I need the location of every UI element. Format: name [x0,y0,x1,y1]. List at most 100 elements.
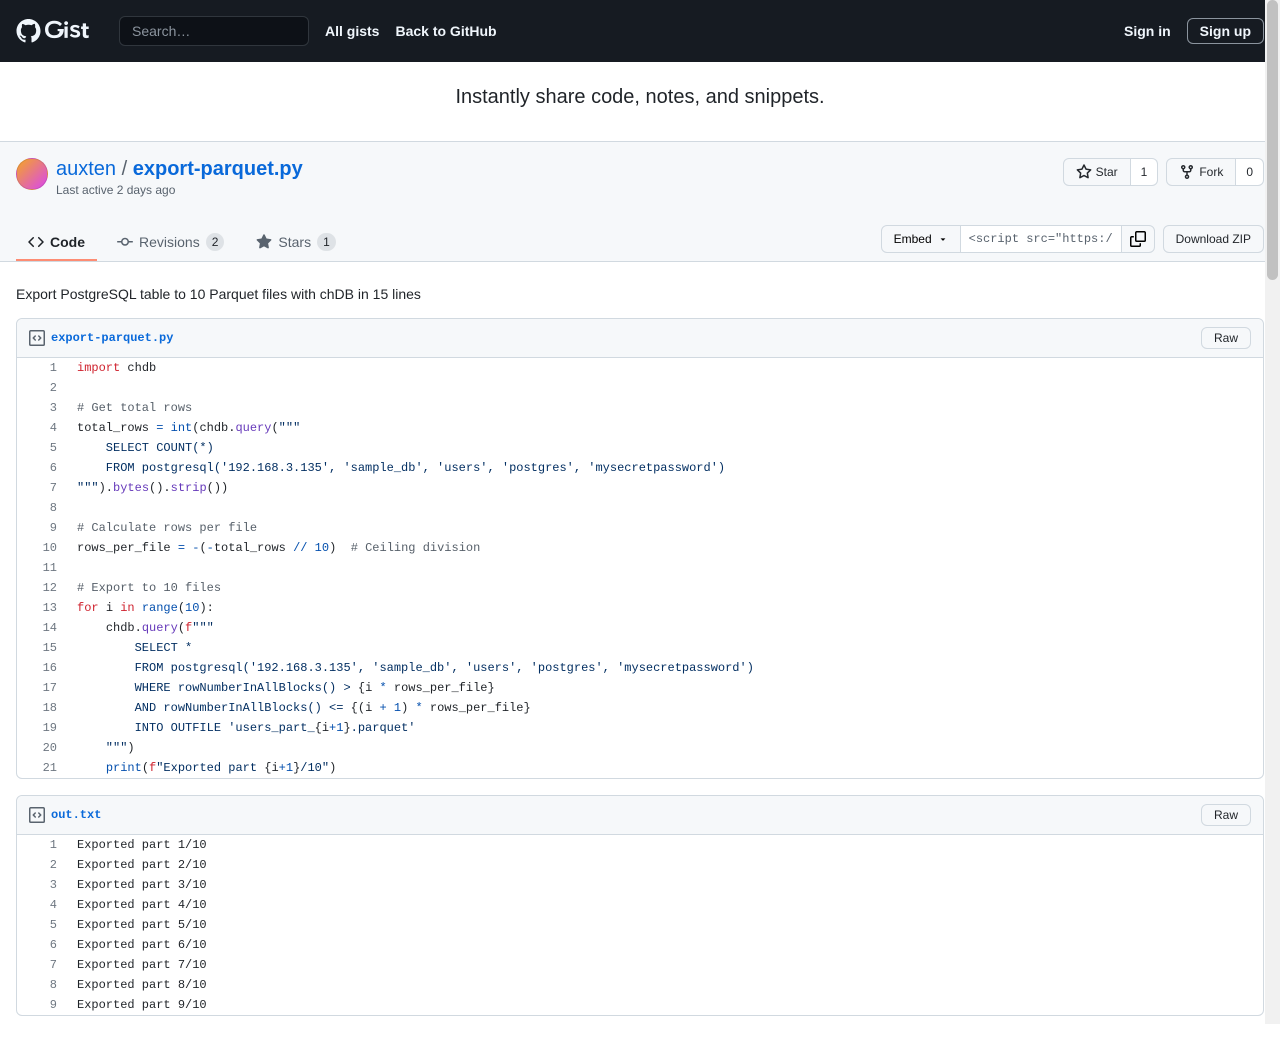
search-input[interactable] [119,16,309,46]
code-line: 3Exported part 3/10 [17,875,1263,895]
code-content: Exported part 3/10 [67,875,1263,895]
code-line: 16 FROM postgresql('192.168.3.135', 'sam… [17,658,1263,678]
line-number[interactable]: 15 [17,638,67,658]
line-number[interactable]: 7 [17,478,67,498]
code-line: 21 print(f"Exported part {i+1}/10") [17,758,1263,778]
code-content: """) [67,738,1263,758]
code-line: 9Exported part 9/10 [17,995,1263,1015]
line-number[interactable]: 4 [17,418,67,438]
line-number[interactable]: 19 [17,718,67,738]
stars-count: 1 [317,233,336,251]
tab-stars[interactable]: Stars 1 [244,225,347,261]
code-line: 6 FROM postgresql('192.168.3.135', 'samp… [17,458,1263,478]
code-content: Exported part 8/10 [67,975,1263,995]
code-content: AND rowNumberInAllBlocks() <= {(i + 1) *… [67,698,1263,718]
line-number[interactable]: 14 [17,618,67,638]
avatar[interactable] [16,158,48,190]
nav-back-to-github[interactable]: Back to GitHub [395,23,496,39]
line-number[interactable]: 6 [17,458,67,478]
line-number[interactable]: 7 [17,955,67,975]
raw-button[interactable]: Raw [1201,804,1251,826]
line-number[interactable]: 9 [17,995,67,1015]
nav-all-gists[interactable]: All gists [325,23,379,39]
download-zip-button[interactable]: Download ZIP [1163,225,1264,253]
star-button[interactable]: Star [1063,158,1131,186]
code-line: 20 """) [17,738,1263,758]
site-header: All gists Back to GitHub Sign in Sign up [0,0,1280,62]
line-number[interactable]: 3 [17,398,67,418]
line-number[interactable]: 20 [17,738,67,758]
code-content: Exported part 5/10 [67,915,1263,935]
line-number[interactable]: 5 [17,915,67,935]
triangle-down-icon [938,234,948,244]
code-content: # Get total rows [67,398,1263,418]
code-content: FROM postgresql('192.168.3.135', 'sample… [67,658,1263,678]
signin-link[interactable]: Sign in [1124,23,1171,39]
line-number[interactable]: 5 [17,438,67,458]
star-count[interactable]: 1 [1131,158,1159,186]
code-content: Exported part 1/10 [67,835,1263,855]
code-square-icon [29,807,45,823]
code-line: 11 [17,558,1263,578]
line-number[interactable]: 18 [17,698,67,718]
signup-button[interactable]: Sign up [1187,18,1264,44]
code-line: 4total_rows = int(chdb.query(""" [17,418,1263,438]
file-out-txt: out.txt Raw 1Exported part 1/102Exported… [16,795,1264,1016]
code-content: # Calculate rows per file [67,518,1263,538]
file-export-parquet: export-parquet.py Raw 1import chdb23# Ge… [16,318,1264,779]
line-number[interactable]: 1 [17,835,67,855]
code-square-icon [29,330,45,346]
code-line: 1import chdb [17,358,1263,378]
github-gist-logo[interactable] [16,19,103,43]
code-line: 6Exported part 6/10 [17,935,1263,955]
line-number[interactable]: 21 [17,758,67,778]
line-number[interactable]: 8 [17,975,67,995]
line-number[interactable]: 16 [17,658,67,678]
tab-code[interactable]: Code [16,225,97,261]
star-icon [1076,164,1092,180]
line-number[interactable]: 1 [17,358,67,378]
embed-url-input[interactable] [961,225,1121,253]
fork-button[interactable]: Fork [1166,158,1236,186]
embed-dropdown[interactable]: Embed [881,225,961,253]
line-number[interactable]: 8 [17,498,67,518]
commit-icon [117,234,133,250]
line-number[interactable]: 11 [17,558,67,578]
line-number[interactable]: 10 [17,538,67,558]
code-content: total_rows = int(chdb.query(""" [67,418,1263,438]
scrollbar[interactable] [1265,0,1280,1024]
line-number[interactable]: 12 [17,578,67,598]
line-number[interactable]: 6 [17,935,67,955]
code-line: 18 AND rowNumberInAllBlocks() <= {(i + 1… [17,698,1263,718]
title-separator: / [122,158,128,180]
line-number[interactable]: 4 [17,895,67,915]
tab-revisions[interactable]: Revisions 2 [105,225,236,261]
copy-icon [1130,231,1146,247]
code-line: 5 SELECT COUNT(*) [17,438,1263,458]
code-line: 13for i in range(10): [17,598,1263,618]
code-content: WHERE rowNumberInAllBlocks() > {i * rows… [67,678,1263,698]
code-line: 2Exported part 2/10 [17,855,1263,875]
tabs-nav: Code Revisions 2 Stars 1 [16,225,881,261]
code-content: chdb.query(f""" [67,618,1263,638]
line-number[interactable]: 2 [17,855,67,875]
fork-count[interactable]: 0 [1236,158,1264,186]
code-line: 3# Get total rows [17,398,1263,418]
line-number[interactable]: 2 [17,378,67,398]
line-number[interactable]: 13 [17,598,67,618]
scrollbar-thumb[interactable] [1267,0,1278,280]
gist-name-link[interactable]: export-parquet.py [133,158,303,180]
code-line: 7""").bytes().strip()) [17,478,1263,498]
code-content: Exported part 2/10 [67,855,1263,875]
gist-description: Export PostgreSQL table to 10 Parquet fi… [16,278,1264,318]
line-number[interactable]: 17 [17,678,67,698]
line-number[interactable]: 9 [17,518,67,538]
file-name-link[interactable]: export-parquet.py [29,330,173,346]
code-content: INTO OUTFILE 'users_part_{i+1}.parquet' [67,718,1263,738]
raw-button[interactable]: Raw [1201,327,1251,349]
revisions-count: 2 [206,233,225,251]
author-link[interactable]: auxten [56,158,116,180]
line-number[interactable]: 3 [17,875,67,895]
file-name-link[interactable]: out.txt [29,807,101,823]
copy-button[interactable] [1121,225,1155,253]
